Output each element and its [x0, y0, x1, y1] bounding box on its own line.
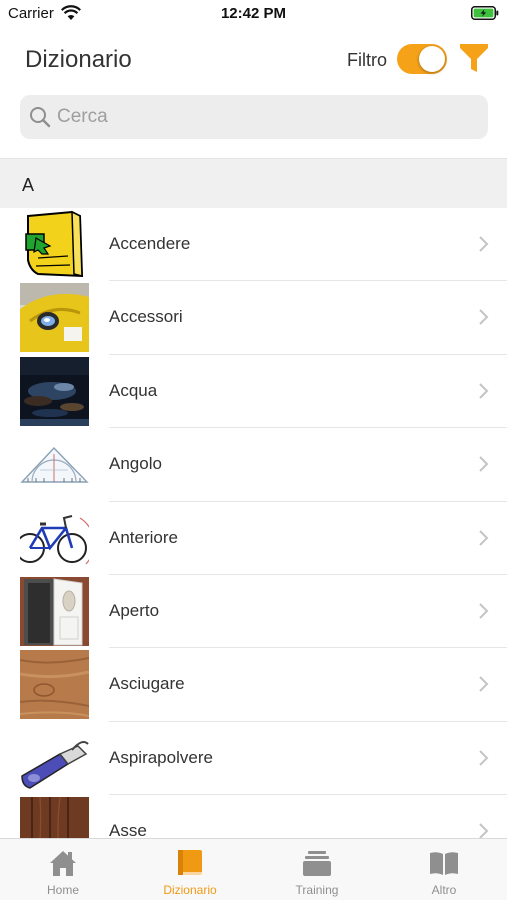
tab-altro[interactable]: Altro — [381, 839, 507, 900]
tab-home[interactable]: Home — [0, 839, 126, 900]
item-label: Accendere — [109, 234, 191, 253]
list-item[interactable]: Aspirapolvere — [0, 722, 507, 796]
item-label: Aperto — [109, 601, 160, 620]
home-icon — [50, 851, 76, 876]
chevron-right-icon — [479, 750, 489, 766]
yellow-switch-thumb — [20, 210, 89, 279]
nav-header: Dizionario Filtro — [0, 30, 507, 92]
bicycle-thumb — [20, 503, 89, 573]
wood-plank-thumb — [20, 797, 89, 838]
status-time: 12:42 PM — [220, 5, 287, 22]
item-label: Angolo — [109, 454, 162, 474]
toggle-knob — [419, 46, 445, 72]
item-label: Accessori — [109, 307, 183, 327]
chevron-right-icon — [479, 383, 489, 399]
chevron-right-icon — [479, 603, 489, 619]
list-item[interactable]: Asciugare — [0, 648, 507, 722]
filter-funnel-icon[interactable] — [459, 43, 489, 73]
page-title: Dizionario — [25, 46, 132, 73]
chevron-right-icon — [479, 456, 489, 472]
item-label: Acqua — [109, 380, 158, 400]
tab-dizionario[interactable]: Dizionario — [127, 839, 253, 900]
section-letter: A — [22, 175, 35, 195]
chevron-right-icon — [479, 309, 489, 326]
item-label: Anteriore — [109, 527, 178, 547]
handheld-vacuum-thumb — [20, 723, 89, 793]
search-icon — [30, 107, 51, 128]
chevron-right-icon — [479, 676, 489, 693]
list-item[interactable]: Anteriore — [0, 502, 507, 575]
chevron-right-icon — [479, 823, 489, 838]
list-item[interactable]: Asse — [0, 795, 507, 838]
tab-label: Altro — [431, 883, 457, 897]
section-header: A — [0, 158, 507, 208]
chevron-right-icon — [479, 529, 489, 546]
tab-label: Home — [46, 883, 79, 897]
wood-texture-thumb — [20, 650, 89, 720]
filter-label: Filtro — [347, 50, 387, 70]
item-label: Aspirapolvere — [109, 747, 213, 767]
tab-bar: Home Dizionario Training Altro — [0, 838, 507, 900]
yellow-helmet-light-thumb — [20, 283, 89, 353]
tab-training[interactable]: Training — [254, 839, 380, 900]
list-item[interactable]: Accessori — [0, 281, 507, 355]
list-item[interactable]: Angolo — [0, 428, 507, 502]
item-label: Asciugare — [109, 674, 185, 694]
list-item[interactable]: Accendere — [0, 208, 507, 282]
chevron-right-icon — [479, 236, 489, 252]
book-icon — [178, 850, 202, 875]
tab-label: Dizionario — [163, 883, 217, 897]
search-input[interactable] — [57, 95, 477, 139]
word-list: Accendere Accessori Acqua Angolo Anterio… — [0, 208, 507, 838]
filter-toggle[interactable] — [397, 44, 447, 74]
stack-icon — [303, 851, 331, 876]
list-item[interactable]: Acqua — [0, 355, 507, 429]
status-bar: Carrier 12:42 PM — [0, 0, 507, 30]
protractor-thumb — [20, 430, 89, 500]
battery-icon — [471, 6, 499, 20]
item-label: Asse — [109, 821, 147, 838]
tab-label: Training — [295, 883, 339, 897]
search-bar — [20, 95, 488, 139]
list-item[interactable]: Aperto — [0, 575, 507, 649]
open-door-thumb — [20, 577, 89, 646]
dark-water-thumb — [20, 356, 89, 426]
open-book-icon — [430, 852, 458, 875]
